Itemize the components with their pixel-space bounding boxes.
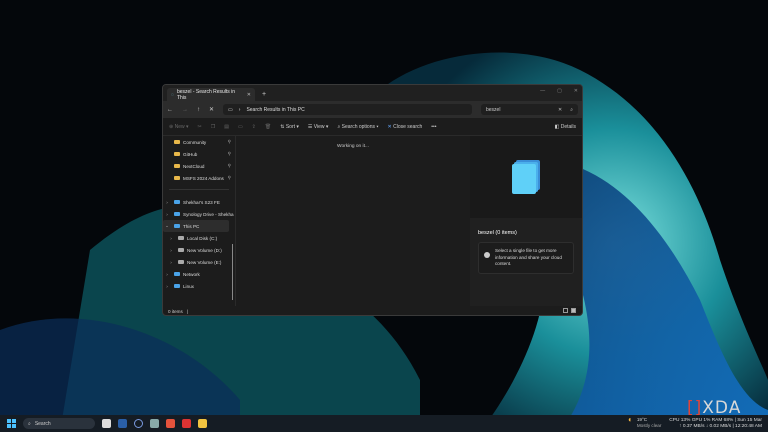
rename-icon[interactable]: ▭	[238, 124, 243, 130]
folder-icon	[174, 163, 180, 169]
nav-tree-item[interactable]: ⌄ This PC	[163, 220, 229, 232]
more-button[interactable]: •••	[431, 124, 436, 130]
navigation-pane: Community ⚲ GitHub ⚲ NextCloud ⚲ MSFS 2024 Add…	[163, 136, 236, 306]
details-button[interactable]: ◧ Details	[555, 124, 576, 130]
chevron-right-icon[interactable]: ›	[167, 248, 175, 253]
copy-icon[interactable]: ❐	[211, 124, 215, 130]
paste-icon[interactable]: ▤	[224, 124, 229, 130]
weather-widget[interactable]: ◐ 19°C Mostly clear	[628, 415, 661, 429]
chevron-right-icon[interactable]: ›	[167, 236, 175, 241]
nav-tree-item[interactable]: › Network	[163, 268, 235, 280]
results-area: Working on it...	[236, 136, 470, 306]
back-button[interactable]: ←	[167, 107, 173, 113]
view-button[interactable]: ☰ View ▾	[308, 124, 329, 130]
pin-icon: ⚲	[227, 151, 231, 156]
folder-icon	[174, 175, 180, 181]
search-icon: ⌕	[28, 420, 31, 427]
details-pane: beszel (0 items) Select a single file to…	[470, 136, 582, 306]
drive-icon	[174, 224, 180, 228]
drive-icon	[178, 248, 184, 252]
chevron-right-icon[interactable]: ›	[167, 260, 175, 265]
chevron-right-icon: ›	[238, 106, 241, 113]
loading-icon: ◌	[171, 91, 174, 98]
search-icon[interactable]: ⌕	[570, 107, 573, 113]
pin-icon: ⚲	[227, 139, 231, 144]
drive-icon	[174, 212, 180, 216]
tiles-view-button[interactable]	[571, 308, 576, 313]
drive-icon	[174, 272, 180, 276]
nav-pinned-item[interactable]: MSFS 2024 Addons ⚲	[163, 172, 235, 184]
chevron-right-icon[interactable]: ›	[163, 272, 171, 277]
drive-icon	[174, 284, 180, 288]
monitor-icon: ▭	[228, 106, 233, 113]
stop-button[interactable]: ✕	[209, 106, 214, 113]
nav-tree-item[interactable]: › New Volume (E:)	[163, 256, 235, 268]
delete-icon[interactable]: 🗑	[265, 124, 271, 130]
item-count: 0 items	[168, 308, 183, 314]
chevron-right-icon[interactable]: ›	[163, 212, 171, 217]
new-button[interactable]: ⊕ New ▾	[169, 124, 189, 130]
chevron-down-icon[interactable]: ⌄	[163, 223, 171, 229]
drive-icon	[178, 260, 184, 264]
maximize-button[interactable]: ▢	[557, 88, 562, 94]
close-tab-icon[interactable]: ✕	[247, 92, 251, 98]
tab-search-results[interactable]: ◌ beszel - Search Results in This ✕	[167, 88, 255, 101]
app-icon-a[interactable]	[118, 419, 127, 428]
new-tab-button[interactable]: +	[262, 91, 266, 98]
system-tray[interactable]: CPU 13% GPU 1% RAM 68% | Sun 15 Mar ↑ 0.3…	[669, 418, 762, 430]
details-title: beszel (0 items)	[478, 230, 517, 236]
cut-icon[interactable]: ✂	[198, 124, 202, 130]
close-search-button[interactable]: ✕ Close search	[388, 124, 423, 130]
minimize-button[interactable]: —	[540, 88, 545, 94]
nav-pinned-item[interactable]: Community ⚲	[163, 136, 235, 148]
task-view-icon[interactable]	[102, 419, 111, 428]
drive-icon	[178, 236, 184, 240]
nav-tree-item[interactable]: › Local Disk (C:)	[163, 232, 235, 244]
drive-icon	[174, 200, 180, 204]
nav-tree-item[interactable]: › New Volume (D:)	[163, 244, 235, 256]
taskbar-search[interactable]: ⌕ Search	[23, 418, 95, 429]
app-icon-red[interactable]	[182, 419, 191, 428]
close-window-button[interactable]: ✕	[574, 88, 578, 94]
chevron-right-icon[interactable]: ›	[163, 200, 171, 205]
pin-icon: ⚲	[227, 175, 231, 180]
details-view-button[interactable]	[563, 308, 568, 313]
file-explorer-window: ◌ beszel - Search Results in This ✕ + — ▢ ✕ …	[162, 84, 583, 316]
info-icon	[484, 252, 490, 258]
weather-icon: ◐	[628, 415, 633, 424]
app-icon-satellite[interactable]	[150, 419, 159, 428]
forward-button[interactable]: →	[182, 107, 188, 113]
start-button[interactable]	[7, 419, 16, 428]
file-explorer-icon[interactable]	[198, 419, 207, 428]
up-button[interactable]: ↑	[197, 107, 200, 113]
search-options-button[interactable]: ⌕ Search options ▾	[337, 124, 378, 130]
search-input[interactable]: beszel ✕ ⌕	[481, 104, 578, 115]
nav-tree-item[interactable]: › Linux	[163, 280, 235, 292]
brave-icon[interactable]	[166, 419, 175, 428]
app-icon-circle[interactable]	[134, 419, 143, 428]
nav-scrollbar[interactable]	[231, 244, 233, 300]
nav-pinned-item[interactable]: NextCloud ⚲	[163, 160, 235, 172]
chevron-right-icon[interactable]: ›	[163, 284, 171, 289]
folder-icon	[174, 139, 180, 145]
share-icon[interactable]: ⇪	[252, 124, 256, 130]
sort-button[interactable]: ⇅ Sort ▾	[280, 124, 299, 130]
folder-icon	[174, 151, 180, 157]
nav-tree-item[interactable]: › Shekhar's S23 FE	[163, 196, 235, 208]
address-bar[interactable]: ▭ › Search Results in This PC	[223, 104, 472, 115]
nav-pinned-item[interactable]: GitHub ⚲	[163, 148, 235, 160]
clear-search-icon[interactable]: ✕	[558, 107, 562, 113]
pin-icon: ⚲	[227, 163, 231, 168]
nav-tree-item[interactable]: › Synology Drive - Shekha	[163, 208, 235, 220]
folder-preview-icon	[512, 160, 540, 194]
loading-status: Working on it...	[337, 144, 369, 149]
